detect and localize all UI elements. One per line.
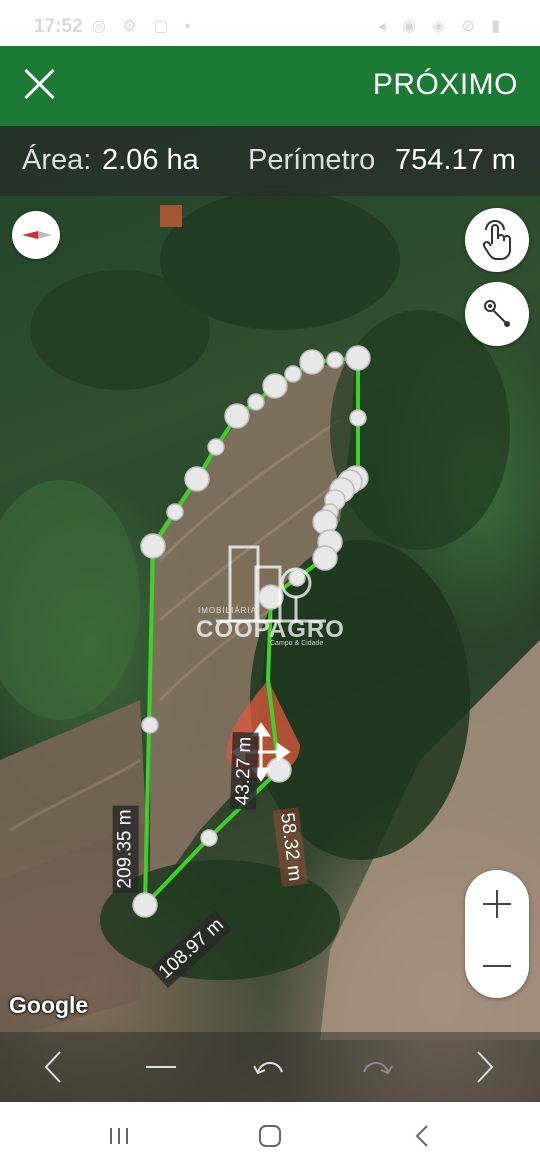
chevron-left-icon [44, 1051, 61, 1083]
next-point-button[interactable] [462, 1044, 508, 1090]
zoom-controls [465, 870, 529, 998]
hand-pointer-icon [482, 220, 511, 260]
app-bar: PRÓXIMO [0, 46, 540, 126]
notification-icons: ◎ ⚙ ▢ • [92, 18, 197, 35]
area-value: 2.06 ha [102, 144, 199, 176]
watermark-title: IMOBILIÁRIA [198, 606, 258, 615]
status-time: 17:52 [34, 16, 83, 37]
satellite-map[interactable]: 209.35 m 108.97 m 43.27 m 58.32 m IMOBIL… [0, 126, 540, 1102]
back-icon [415, 1125, 428, 1147]
minus-icon [146, 1066, 176, 1068]
close-icon[interactable] [18, 62, 62, 106]
touch-mode-button[interactable] [465, 208, 529, 272]
recents-button[interactable] [99, 1116, 139, 1156]
perimeter-label: Perímetro [248, 144, 376, 176]
home-icon [259, 1125, 281, 1147]
previous-button[interactable] [30, 1044, 76, 1090]
undo-button[interactable] [246, 1044, 292, 1090]
compass-button[interactable] [12, 211, 60, 259]
system-navigation-bar [0, 1102, 540, 1170]
edit-toolbar [0, 1032, 540, 1102]
compass-icon [22, 231, 52, 239]
redo-icon [363, 1062, 393, 1075]
zoom-in-button[interactable] [465, 870, 529, 934]
segment-label-left: 209.35 m [112, 805, 139, 893]
google-logo: Google [9, 992, 89, 1018]
back-button[interactable] [401, 1116, 441, 1156]
delete-point-button[interactable] [138, 1044, 184, 1090]
area-label: Área: [22, 144, 92, 176]
segment-label-inner-left: 43.27 m [229, 732, 259, 810]
next-button[interactable]: PRÓXIMO [373, 68, 518, 102]
perimeter-value: 754.17 m [395, 144, 516, 176]
point-measure-button[interactable] [465, 282, 529, 346]
measurement-info-bar: Área: 2.06 ha Perímetro 754.17 m [0, 126, 540, 196]
zoom-out-button[interactable] [465, 934, 529, 998]
watermark-subtitle: Campo & Cidade [270, 640, 324, 647]
recents-icon [110, 1128, 128, 1144]
redo-button[interactable] [354, 1044, 400, 1090]
home-button[interactable] [250, 1116, 290, 1156]
pin-measure-icon [484, 300, 510, 327]
undo-icon [253, 1062, 283, 1075]
chevron-right-icon [477, 1051, 494, 1083]
status-bar: 17:52 ◎ ⚙ ▢ • ◂ ◉ ◈ ⊘ ▮ [0, 0, 540, 46]
system-status-icons: ◂ ◉ ◈ ⊘ ▮ [377, 18, 506, 35]
